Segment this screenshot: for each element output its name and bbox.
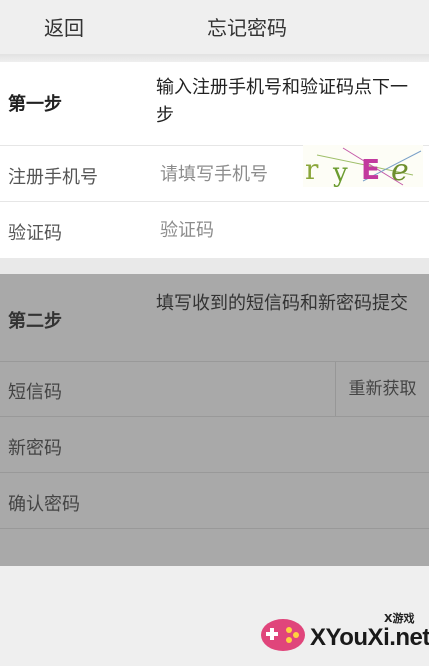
back-button[interactable]: 返回 [44,12,84,41]
step1-label: 第一步 [8,94,62,115]
captcha-char-2: y [332,158,348,187]
header-divider [0,54,429,62]
captcha-image[interactable]: r y E e [303,145,423,188]
step1-description: 输入注册手机号和验证码点下一步 [156,77,408,126]
section-divider [0,258,429,274]
captcha-input[interactable] [160,215,300,245]
top-nav-bar: 返回 忘记密码 [0,0,429,54]
captcha-row: 验证码 [0,202,429,258]
step2-description: 填写收到的短信码和新密码提交 [156,293,408,314]
phone-input[interactable] [160,159,300,189]
step2-label: 第二步 [8,311,62,332]
resend-code-button[interactable]: 重新获取 [335,362,429,416]
captcha-char-4: e [391,153,409,187]
confirm-password-row[interactable]: 确认密码 [0,473,429,529]
captcha-label: 验证码 [8,223,62,244]
step2-panel: 第二步 填写收到的短信码和新密码提交 短信码 重新获取 新密码 确认密码 [0,274,429,566]
captcha-char-3: E [361,153,380,186]
phone-label: 注册手机号 [8,167,98,188]
gamepad-logo-icon [261,619,305,651]
captcha-char-1: r [305,153,319,186]
step2-header-row: 第二步 填写收到的短信码和新密码提交 [0,274,429,362]
confirm-password-label: 确认密码 [8,494,80,515]
step1-header-row: 第一步 输入注册手机号和验证码点下一步 [0,62,429,146]
new-password-label: 新密码 [8,438,62,459]
page-title: 忘记密码 [207,16,287,40]
captcha-graphic: r y E e [305,147,422,188]
sms-code-label: 短信码 [8,382,62,403]
site-watermark: X游戏 XYouXi.net [258,606,429,662]
watermark-site-name: XYouXi.net [310,624,429,651]
new-password-row[interactable]: 新密码 [0,417,429,473]
